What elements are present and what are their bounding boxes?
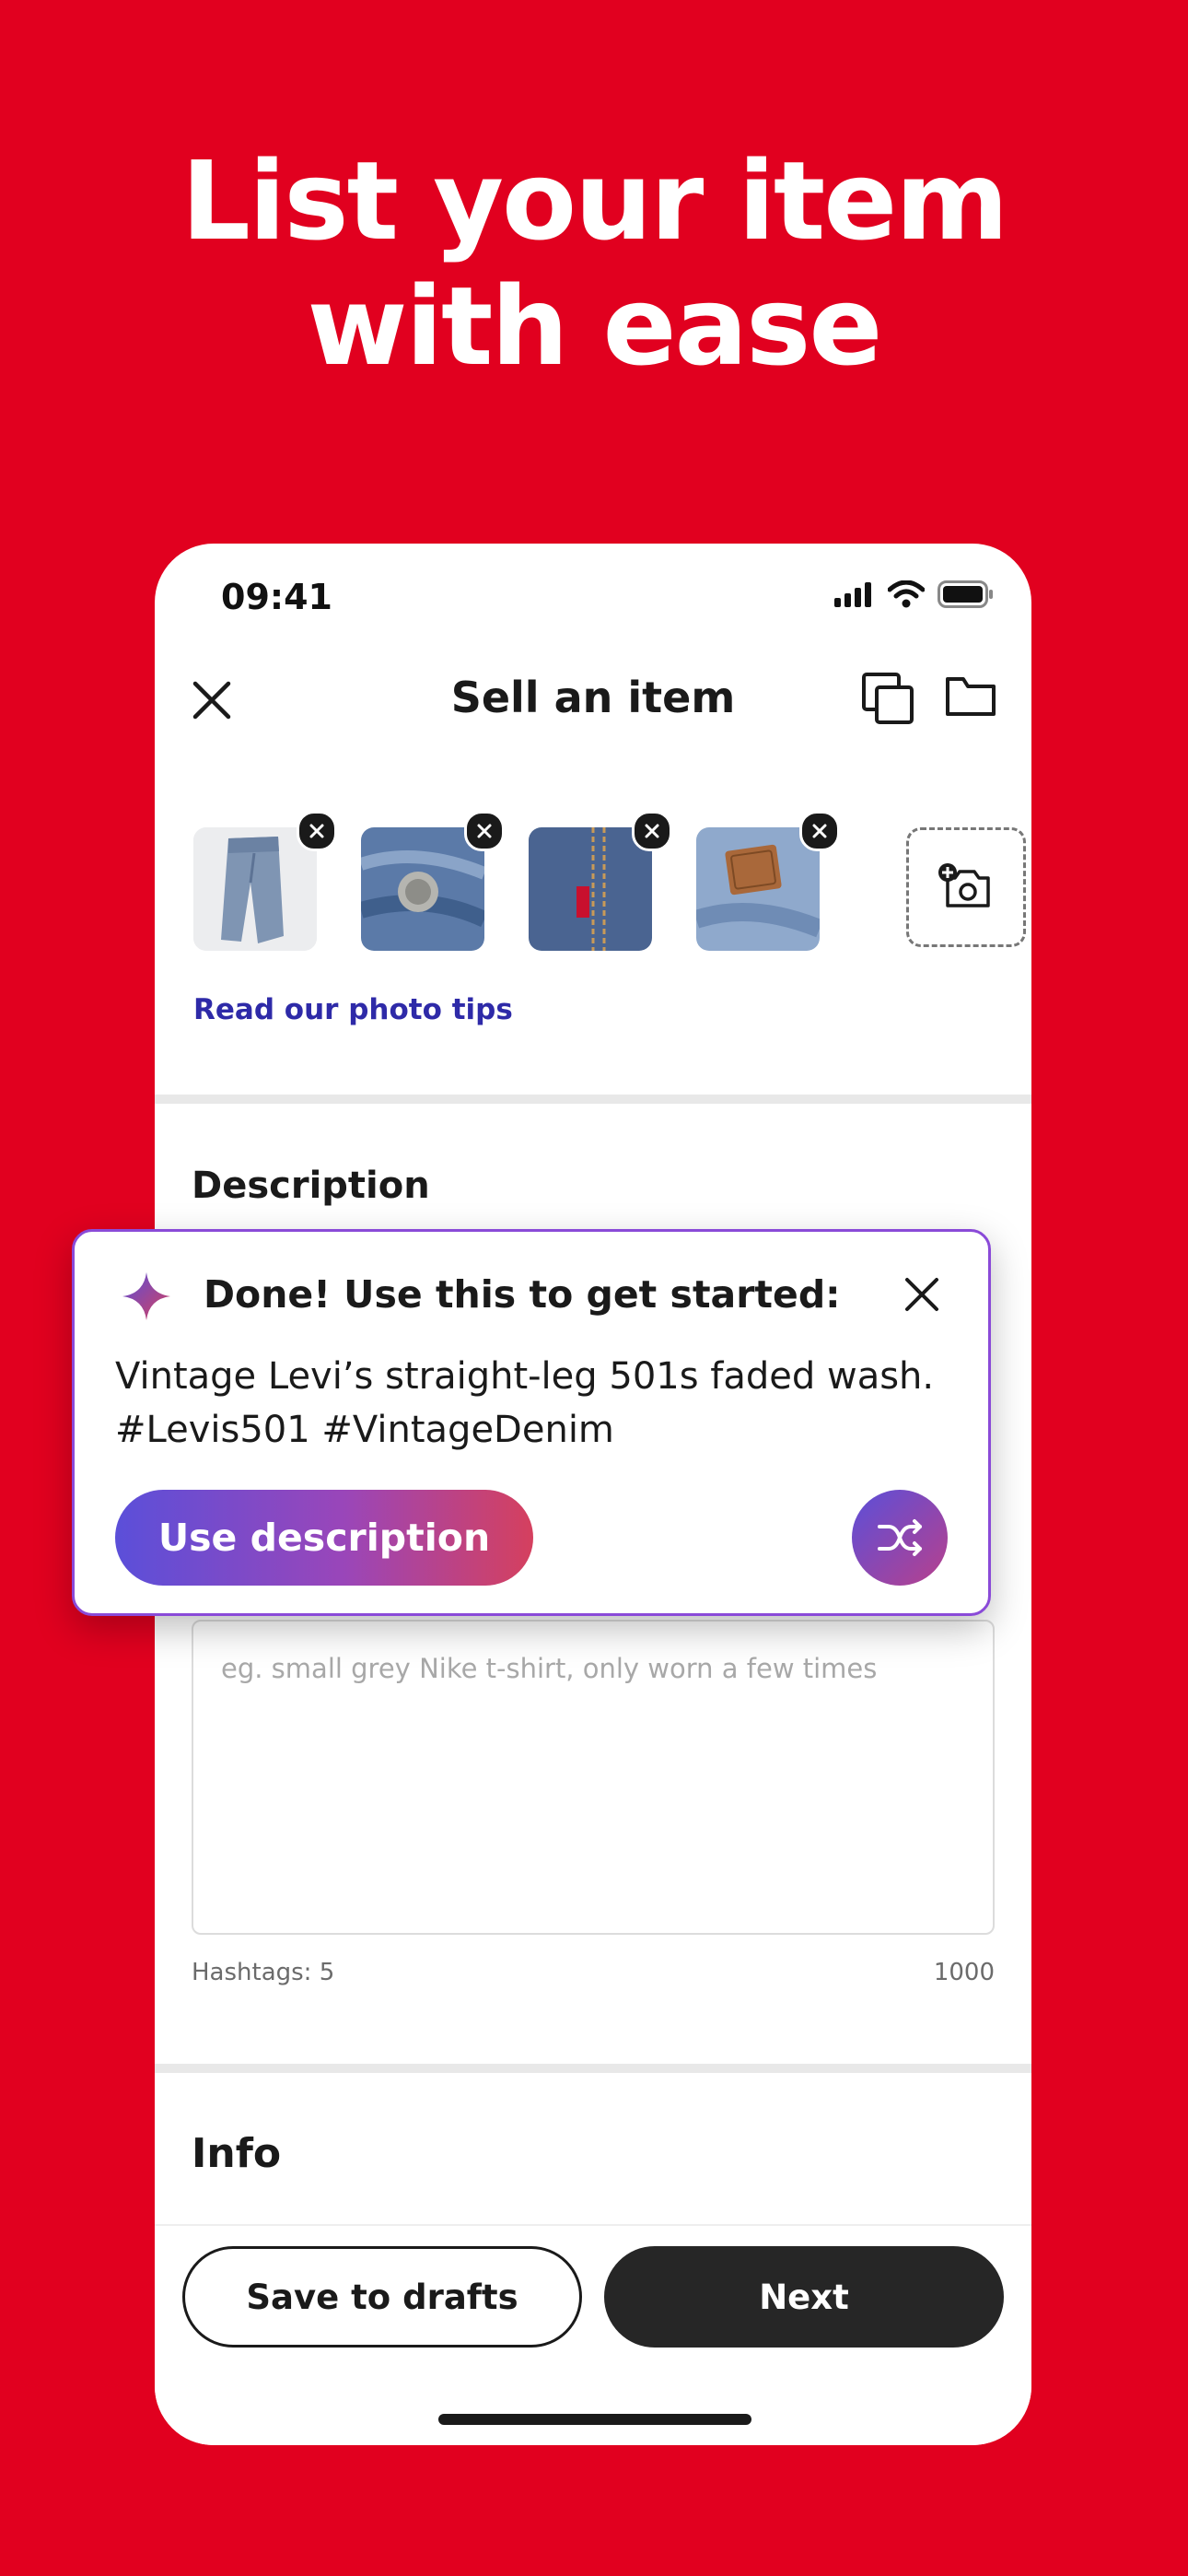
remove-photo-4-button[interactable] bbox=[799, 811, 840, 851]
duplicate-button[interactable] bbox=[858, 669, 917, 728]
section-divider bbox=[155, 1095, 1031, 1104]
photo-strip bbox=[193, 811, 1026, 956]
photo-thumb-2[interactable] bbox=[361, 827, 484, 951]
sparkle-icon bbox=[122, 1272, 170, 1320]
drafts-folder-button[interactable] bbox=[943, 669, 998, 724]
remove-photo-2-button[interactable] bbox=[464, 811, 505, 851]
ai-card-close-button[interactable] bbox=[896, 1269, 948, 1320]
description-input[interactable]: eg. small grey Nike t-shirt, only worn a… bbox=[192, 1620, 995, 1935]
headline: List your item with ease bbox=[0, 138, 1188, 389]
photo-tips-link[interactable]: Read our photo tips bbox=[193, 993, 513, 1026]
copy-icon bbox=[862, 673, 914, 724]
regenerate-button[interactable] bbox=[852, 1490, 948, 1586]
save-to-drafts-button[interactable]: Save to drafts bbox=[182, 2246, 582, 2348]
bottom-action-bar: Save to drafts Next bbox=[155, 2224, 1031, 2445]
remove-photo-icon bbox=[309, 824, 324, 838]
signal-icon bbox=[834, 582, 871, 607]
photo-thumb-1[interactable] bbox=[193, 827, 317, 951]
info-title: Info bbox=[192, 2130, 282, 2177]
remove-photo-icon bbox=[645, 824, 659, 838]
headline-line-1: List your item bbox=[181, 137, 1008, 264]
section-divider bbox=[155, 2064, 1031, 2073]
headline-line-2: with ease bbox=[307, 263, 883, 390]
next-button[interactable]: Next bbox=[604, 2246, 1004, 2348]
character-count: 1000 bbox=[933, 1959, 995, 1986]
shuffle-icon bbox=[878, 1519, 922, 1556]
jeans-leather-patch-photo bbox=[696, 827, 820, 951]
home-indicator bbox=[438, 2414, 751, 2425]
status-time: 09:41 bbox=[221, 577, 332, 617]
jeans-folded-photo bbox=[193, 827, 317, 951]
description-placeholder: eg. small grey Nike t-shirt, only worn a… bbox=[221, 1653, 878, 1684]
battery-icon bbox=[938, 580, 993, 608]
photo-thumb-3[interactable] bbox=[529, 827, 652, 951]
hashtag-count: Hashtags: 5 bbox=[192, 1959, 335, 1986]
navbar: Sell an item bbox=[155, 645, 1031, 755]
remove-photo-icon bbox=[812, 824, 827, 838]
add-photo-button[interactable] bbox=[906, 827, 1026, 947]
wifi-icon bbox=[888, 580, 925, 608]
ai-description-card: Done! Use this to get started: Vintage L… bbox=[72, 1229, 991, 1616]
remove-photo-icon bbox=[477, 824, 492, 838]
add-photo-camera-icon bbox=[938, 863, 990, 907]
close-icon bbox=[905, 1278, 938, 1311]
use-description-button[interactable]: Use description bbox=[115, 1490, 533, 1586]
jeans-pocket-tab-photo bbox=[529, 827, 652, 951]
ai-suggested-description: Vintage Levi’s straight-leg 501s faded w… bbox=[115, 1355, 935, 1451]
jeans-button-photo bbox=[361, 827, 484, 951]
ai-card-title: Done! Use this to get started: bbox=[204, 1272, 841, 1317]
status-icons bbox=[834, 580, 995, 608]
remove-photo-1-button[interactable] bbox=[297, 811, 337, 851]
photo-thumb-4[interactable] bbox=[696, 827, 820, 951]
folder-icon bbox=[946, 677, 996, 716]
description-title: Description bbox=[192, 1165, 430, 1207]
remove-photo-3-button[interactable] bbox=[632, 811, 672, 851]
